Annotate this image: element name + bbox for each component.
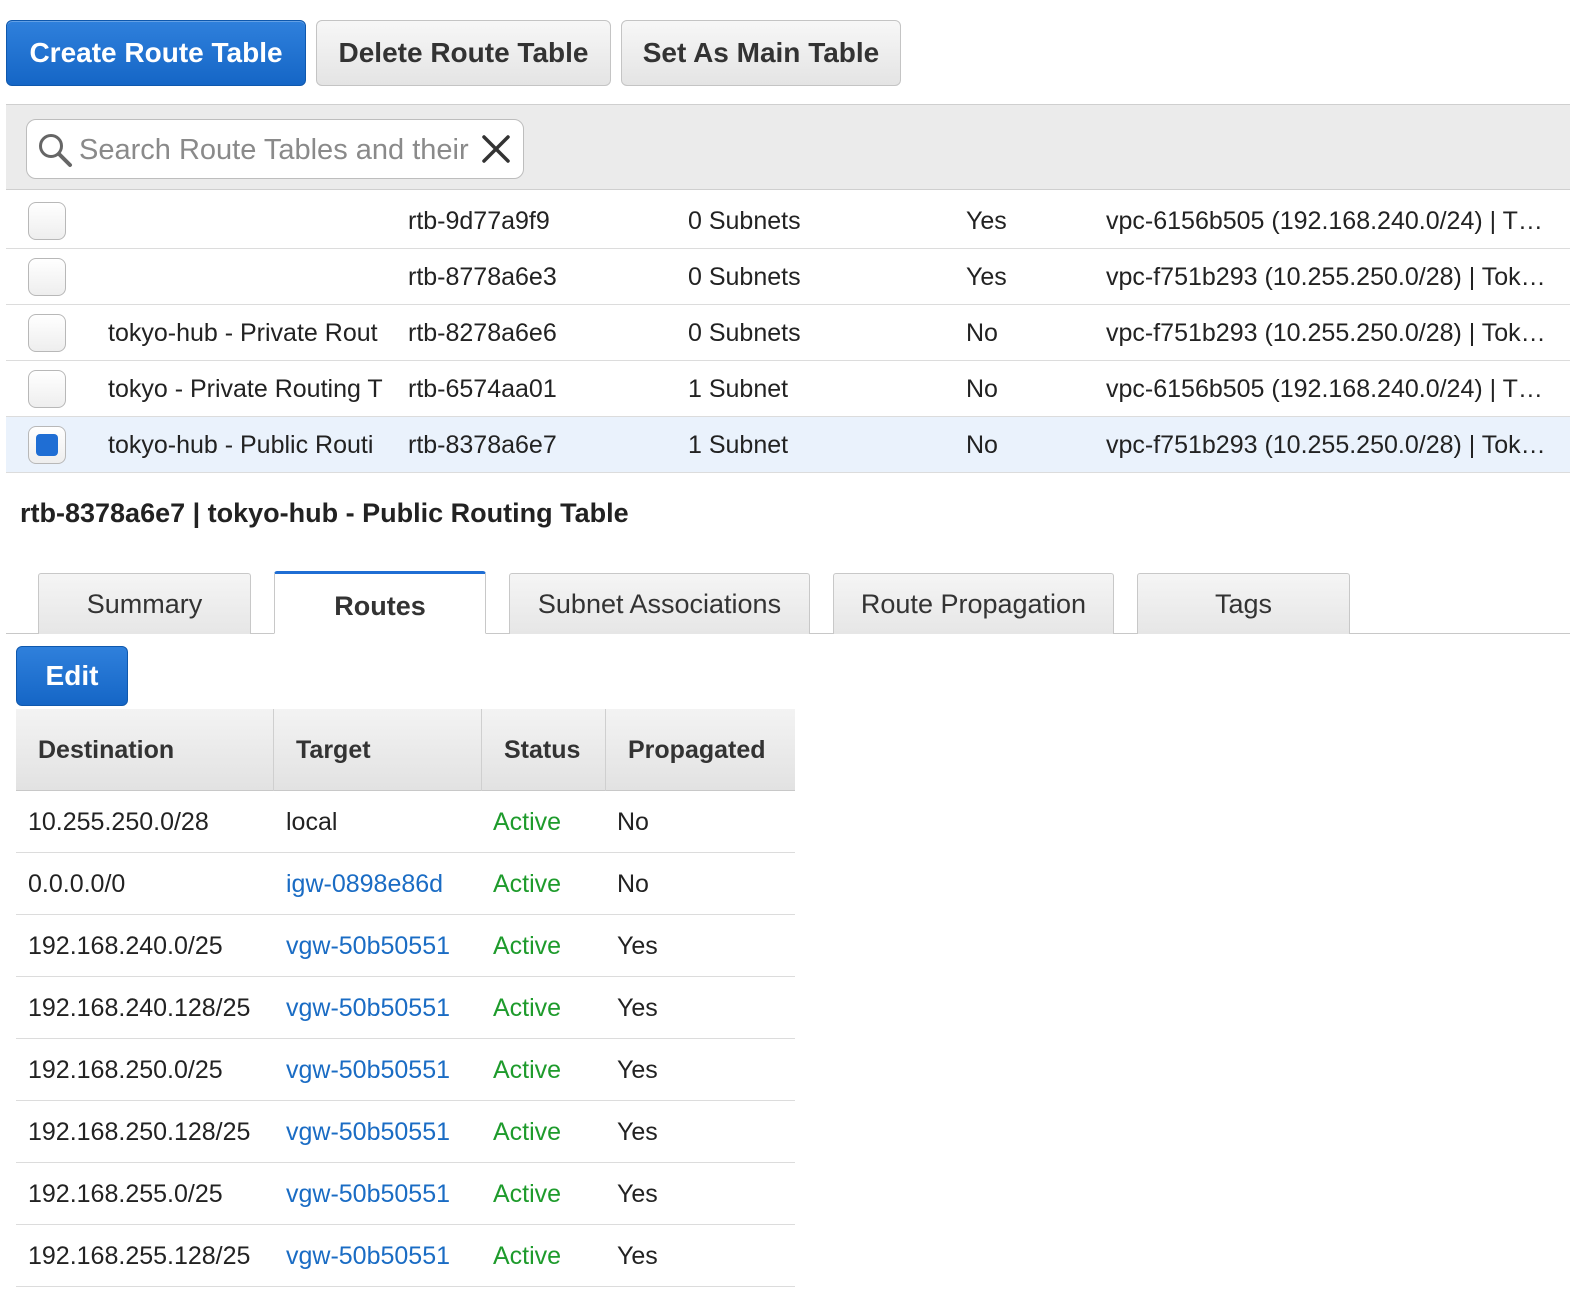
route-table-name: tokyo-hub - Public Routi <box>108 431 374 459</box>
delete-route-table-button[interactable]: Delete Route Table <box>316 20 611 86</box>
route-status: Active <box>493 870 562 898</box>
route-destination: 192.168.240.0/25 <box>28 932 223 960</box>
route-table-id: rtb-6574aa01 <box>408 375 557 403</box>
table-row[interactable]: tokyo-hub - Public Routi rtb-8378a6e7 1 Su… <box>6 417 1570 473</box>
route-target: local <box>286 808 338 836</box>
route-destination: 192.168.250.128/25 <box>28 1118 251 1146</box>
route-destination: 192.168.250.0/25 <box>28 1056 223 1084</box>
route-table-id: rtb-8378a6e7 <box>408 431 557 459</box>
route-table-vpc: vpc-f751b293 (10.255.250.0/28) | Tok… <box>1106 263 1546 291</box>
table-row[interactable]: rtb-9d77a9f9 0 Subnets Yes vpc-6156b505 (19… <box>6 193 1570 249</box>
route-status: Active <box>493 932 562 960</box>
route-table-id: rtb-8278a6e6 <box>408 319 557 347</box>
table-row[interactable]: rtb-8778a6e3 0 Subnets Yes vpc-f751b293 (10… <box>6 249 1570 305</box>
table-row: 192.168.255.0/25 vgw-50b50551 Active Yes <box>16 1163 795 1225</box>
row-checkbox[interactable] <box>28 426 66 464</box>
route-propagated: Yes <box>617 1118 658 1146</box>
edit-button[interactable]: Edit <box>16 646 128 706</box>
route-table-main: Yes <box>966 207 1007 235</box>
route-table-associations: 0 Subnets <box>688 319 801 347</box>
route-tables-list: rtb-9d77a9f9 0 Subnets Yes vpc-6156b505 (19… <box>6 193 1570 473</box>
row-checkbox[interactable] <box>28 258 66 296</box>
table-row: 192.168.250.128/25 vgw-50b50551 Active Yes <box>16 1101 795 1163</box>
route-status: Active <box>493 994 562 1022</box>
route-table-vpc: vpc-f751b293 (10.255.250.0/28) | Tok… <box>1106 431 1546 459</box>
route-target[interactable]: vgw-50b50551 <box>286 1039 450 1101</box>
route-destination: 10.255.250.0/28 <box>28 808 209 836</box>
column-header-target[interactable]: Target <box>274 709 482 791</box>
route-destination: 192.168.240.128/25 <box>28 994 251 1022</box>
route-table-name: tokyo-hub - Private Rout <box>108 319 378 347</box>
search-box <box>26 119 524 179</box>
table-row: 0.0.0.0/0 igw-0898e86d Active No <box>16 853 795 915</box>
route-table-main: No <box>966 375 998 403</box>
table-row: 192.168.240.128/25 vgw-50b50551 Active Yes <box>16 977 795 1039</box>
route-destination: 0.0.0.0/0 <box>28 870 126 898</box>
route-propagated: No <box>617 870 649 898</box>
table-row: 192.168.255.128/25 vgw-50b50551 Active Yes <box>16 1225 795 1287</box>
route-target[interactable]: igw-0898e86d <box>286 853 443 915</box>
route-target[interactable]: vgw-50b50551 <box>286 977 450 1039</box>
route-status: Active <box>493 1118 562 1146</box>
table-row[interactable]: tokyo-hub - Private Rout rtb-8278a6e6 0 Su… <box>6 305 1570 361</box>
row-checkbox[interactable] <box>28 202 66 240</box>
tab-routes[interactable]: Routes <box>274 571 486 634</box>
details-title: rtb-8378a6e7 | tokyo-hub - Public Routin… <box>20 498 629 528</box>
route-table-name: tokyo - Private Routing T <box>108 375 383 403</box>
column-header-propagated[interactable]: Propagated <box>606 709 795 791</box>
route-target[interactable]: vgw-50b50551 <box>286 1163 450 1225</box>
table-row: 192.168.240.0/25 vgw-50b50551 Active Yes <box>16 915 795 977</box>
route-status: Active <box>493 1056 562 1084</box>
create-route-table-button[interactable]: Create Route Table <box>6 20 306 86</box>
route-propagated: No <box>617 808 649 836</box>
route-table-id: rtb-9d77a9f9 <box>408 207 550 235</box>
search-icon <box>39 134 72 167</box>
table-row[interactable]: tokyo - Private Routing T rtb-6574aa01 1 S… <box>6 361 1570 417</box>
row-checkbox[interactable] <box>28 314 66 352</box>
tab-subnet-associations[interactable]: Subnet Associations <box>509 573 810 634</box>
route-target[interactable]: vgw-50b50551 <box>286 1225 450 1287</box>
route-propagated: Yes <box>617 1180 658 1208</box>
route-target[interactable]: vgw-50b50551 <box>286 1101 450 1163</box>
routes-table-body: 10.255.250.0/28 local Active No 0.0.0.0/0 igw… <box>16 791 795 1287</box>
routes-table-header: Destination Target Status Propagated <box>16 709 795 791</box>
route-table-associations: 0 Subnets <box>688 207 801 235</box>
route-status: Active <box>493 1242 562 1270</box>
route-status: Active <box>493 1180 562 1208</box>
route-target[interactable]: vgw-50b50551 <box>286 915 450 977</box>
filter-bar <box>6 104 1570 190</box>
route-propagated: Yes <box>617 932 658 960</box>
tab-route-propagation[interactable]: Route Propagation <box>833 573 1114 634</box>
row-checkbox[interactable] <box>28 370 66 408</box>
route-table-vpc: vpc-f751b293 (10.255.250.0/28) | Tok… <box>1106 319 1546 347</box>
route-destination: 192.168.255.0/25 <box>28 1180 223 1208</box>
table-row: 10.255.250.0/28 local Active No <box>16 791 795 853</box>
route-destination: 192.168.255.128/25 <box>28 1242 251 1270</box>
close-icon[interactable] <box>479 132 513 166</box>
route-status: Active <box>493 808 562 836</box>
column-header-status[interactable]: Status <box>482 709 606 791</box>
route-propagated: Yes <box>617 994 658 1022</box>
routes-table: Destination Target Status Propagated 10.… <box>16 709 795 1287</box>
route-table-main: Yes <box>966 263 1007 291</box>
route-table-id: rtb-8778a6e3 <box>408 263 557 291</box>
details-tabs: Summary Routes Subnet Associations Route… <box>6 571 1570 634</box>
route-table-vpc: vpc-6156b505 (192.168.240.0/24) | T… <box>1106 375 1543 403</box>
route-table-associations: 1 Subnet <box>688 375 789 403</box>
route-table-main: No <box>966 431 998 459</box>
set-as-main-table-button[interactable]: Set As Main Table <box>621 20 901 86</box>
route-table-main: No <box>966 319 998 347</box>
column-header-destination[interactable]: Destination <box>16 709 274 791</box>
route-propagated: Yes <box>617 1056 658 1084</box>
route-table-associations: 1 Subnet <box>688 431 789 459</box>
route-table-vpc: vpc-6156b505 (192.168.240.0/24) | T… <box>1106 207 1543 235</box>
tab-summary[interactable]: Summary <box>38 573 251 634</box>
table-row: 192.168.250.0/25 vgw-50b50551 Active Yes <box>16 1039 795 1101</box>
tab-tags[interactable]: Tags <box>1137 573 1350 634</box>
route-table-associations: 0 Subnets <box>688 263 801 291</box>
route-propagated: Yes <box>617 1242 658 1270</box>
search-input[interactable] <box>77 128 473 172</box>
